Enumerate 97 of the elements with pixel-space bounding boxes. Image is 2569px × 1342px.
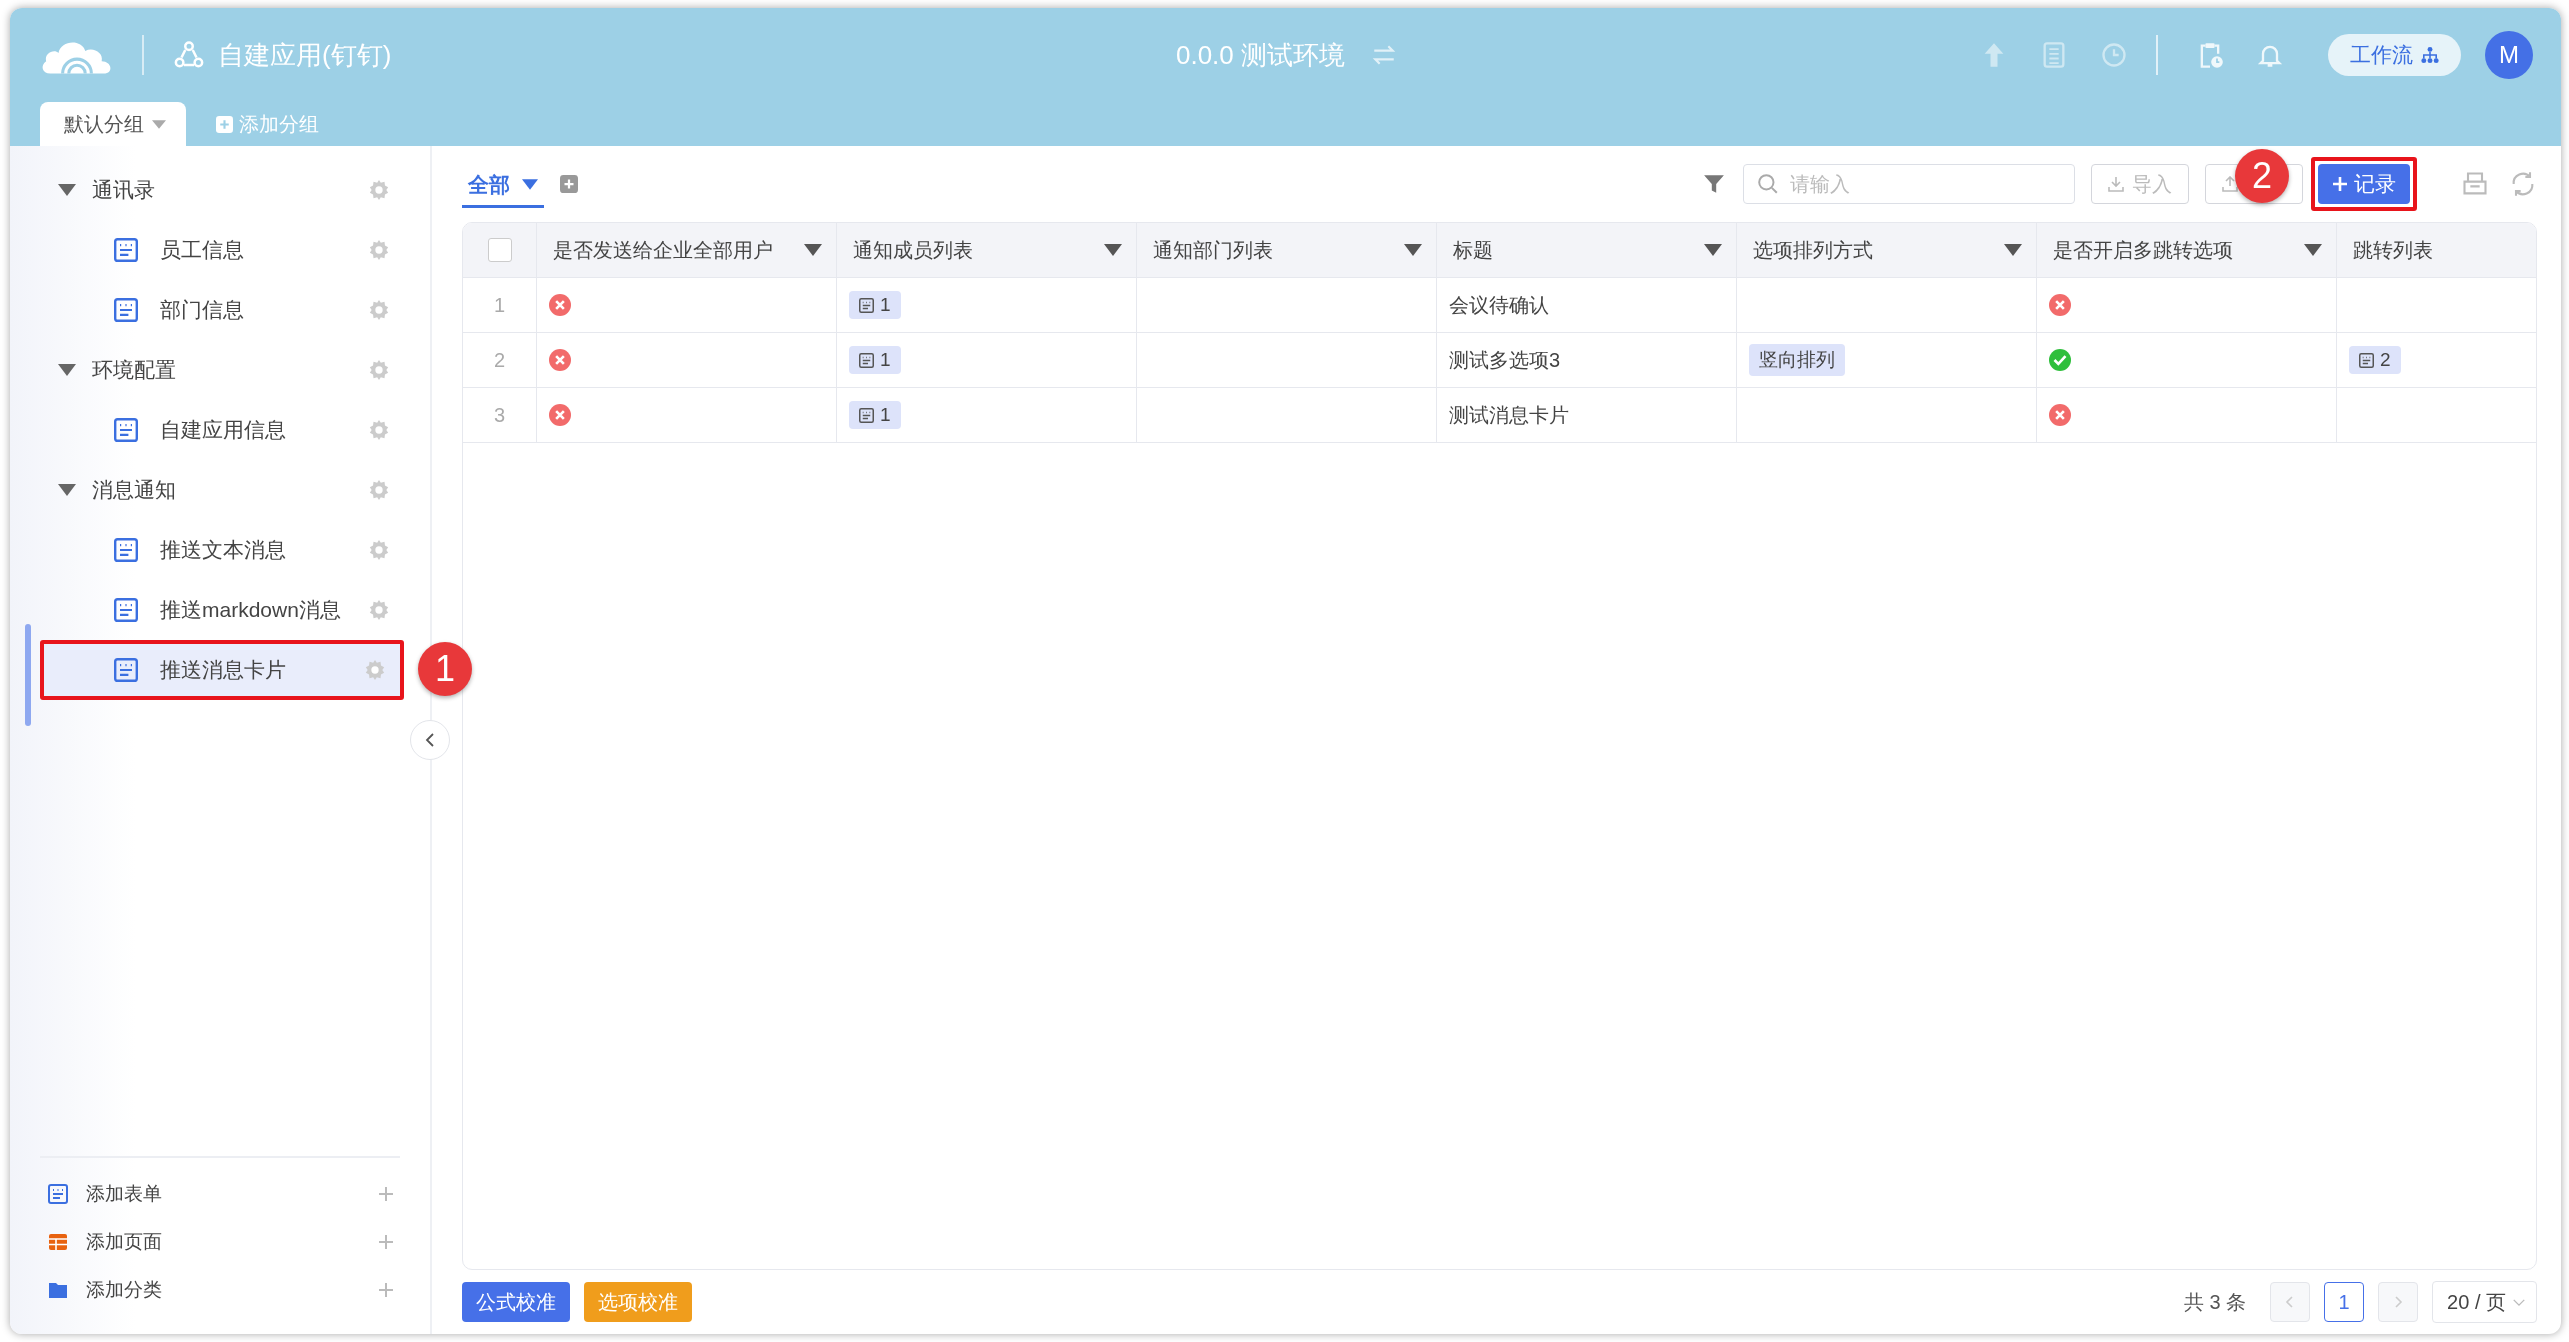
user-avatar[interactable]: M [2485, 31, 2533, 79]
collapse-button[interactable] [410, 720, 450, 760]
gear-icon[interactable] [368, 179, 390, 201]
caret-icon [804, 244, 822, 256]
form-icon [859, 352, 874, 368]
sidebar-item[interactable]: 部门信息 [40, 280, 404, 340]
plus-square-icon [216, 115, 233, 133]
filter-icon[interactable] [1703, 173, 1725, 195]
row-number: 2 [493, 348, 506, 372]
chevron-down-icon [2512, 1297, 2526, 1307]
caret-icon [1404, 244, 1422, 256]
row-number: 1 [493, 293, 506, 317]
callout-number-badge: 1 [418, 642, 472, 696]
download-icon [2108, 176, 2124, 192]
form-icon [48, 1184, 68, 1204]
caret-icon [2304, 244, 2322, 256]
expand-triangle-icon[interactable] [58, 484, 76, 496]
column-header[interactable]: 选项排列方式 [1737, 223, 2037, 277]
page-size-select[interactable]: 20 / 页 [2432, 1281, 2537, 1323]
column-header[interactable]: 标题 [1437, 223, 1737, 277]
expand-triangle-icon[interactable] [58, 184, 76, 196]
folder-icon [48, 1280, 68, 1300]
add-record-button[interactable]: 记录 [2318, 164, 2410, 204]
form-icon [114, 418, 138, 442]
chevron-left-icon [2285, 1294, 2296, 1310]
gear-icon[interactable] [368, 299, 390, 321]
add-item-label[interactable]: 添加表单 [86, 1181, 378, 1207]
table-grid-icon [48, 1232, 68, 1252]
group-label[interactable]: 消息通知 [92, 476, 368, 504]
column-header[interactable]: 通知成员列表 [837, 223, 1137, 277]
group-label[interactable]: 通讯录 [92, 176, 368, 204]
record-tag[interactable]: 1 [849, 346, 901, 374]
row-number: 3 [493, 403, 506, 427]
gear-icon[interactable] [368, 419, 390, 441]
record-tag[interactable]: 2 [2349, 346, 2401, 374]
plus-icon[interactable] [378, 1282, 394, 1298]
form-icon [114, 598, 138, 622]
search-field[interactable]: 请输入 [1743, 164, 2075, 204]
gear-icon[interactable] [368, 599, 390, 621]
select-all-checkbox[interactable] [487, 238, 512, 262]
form-icon [114, 658, 138, 682]
table-cell-text: 测试消息卡片 [1449, 402, 1569, 428]
workflow-button[interactable]: 工作流 [2328, 34, 2461, 76]
sidebar-item[interactable]: 员工信息 [40, 220, 404, 280]
formula-calibrate-button[interactable]: 公式校准 [462, 1282, 570, 1322]
group-label[interactable]: 环境配置 [92, 356, 368, 384]
form-icon [114, 238, 138, 262]
sidebar-item[interactable]: 推送文本消息 [40, 520, 404, 580]
option-tag: 竖向排列 [1749, 344, 1845, 376]
form-icon [114, 538, 138, 562]
gear-icon[interactable] [368, 539, 390, 561]
add-view-icon[interactable] [560, 175, 578, 193]
app-title: 自建应用(钉钉) [218, 38, 392, 72]
caret-icon [1704, 244, 1722, 256]
column-header[interactable]: 跳转列表 [2337, 223, 2536, 277]
form-icon [859, 407, 874, 423]
caret-icon [152, 119, 166, 129]
gear-icon[interactable] [368, 239, 390, 261]
sidebar-item[interactable]: 推送markdown消息 [40, 580, 404, 640]
page-number-button[interactable]: 1 [2324, 1282, 2365, 1322]
column-header[interactable]: 通知部门列表 [1137, 223, 1437, 277]
gear-icon[interactable] [364, 659, 386, 681]
sidebar-item[interactable]: 自建应用信息 [40, 400, 404, 460]
plus-icon [2332, 176, 2348, 192]
form-icon [114, 298, 138, 322]
chevron-left-icon [425, 732, 435, 748]
view-tab[interactable]: 全部 [462, 164, 544, 208]
expand-triangle-icon[interactable] [58, 364, 76, 376]
scroll-thumb[interactable] [25, 624, 31, 726]
form-icon [859, 297, 874, 313]
gear-icon[interactable] [368, 359, 390, 381]
record-tag[interactable]: 1 [849, 401, 901, 429]
caret-icon [522, 179, 538, 190]
chevron-right-icon [2393, 1294, 2404, 1310]
search-icon [1757, 173, 1779, 195]
table-cell-text: 测试多选项3 [1449, 347, 1561, 373]
column-header[interactable]: 是否开启多跳转选项 [2037, 223, 2337, 277]
upload-icon [2222, 176, 2238, 192]
add-item-label[interactable]: 添加页面 [86, 1229, 378, 1255]
record-tag[interactable]: 1 [849, 291, 901, 319]
group-tab[interactable]: 默认分组 [40, 102, 186, 146]
plus-icon[interactable] [378, 1186, 394, 1202]
plus-icon[interactable] [378, 1234, 394, 1250]
callout-number-badge: 2 [2235, 149, 2289, 203]
clock-icon[interactable] [2100, 41, 2128, 69]
hierarchy-icon [2421, 46, 2439, 64]
add-item-label[interactable]: 添加分类 [86, 1277, 378, 1303]
total-count: 共 3 条 [2183, 1289, 2247, 1315]
caret-icon [1104, 244, 1122, 256]
table-cell-text: 会议待确认 [1449, 292, 1549, 318]
share-nodes-icon [174, 40, 204, 70]
column-header[interactable]: 是否发送给企业全部用户 [537, 223, 837, 277]
previous-page-button[interactable] [2270, 1282, 2311, 1322]
caret-icon [2004, 244, 2022, 256]
gear-icon[interactable] [368, 479, 390, 501]
next-page-button[interactable] [2378, 1282, 2419, 1322]
form-icon [2359, 352, 2374, 368]
